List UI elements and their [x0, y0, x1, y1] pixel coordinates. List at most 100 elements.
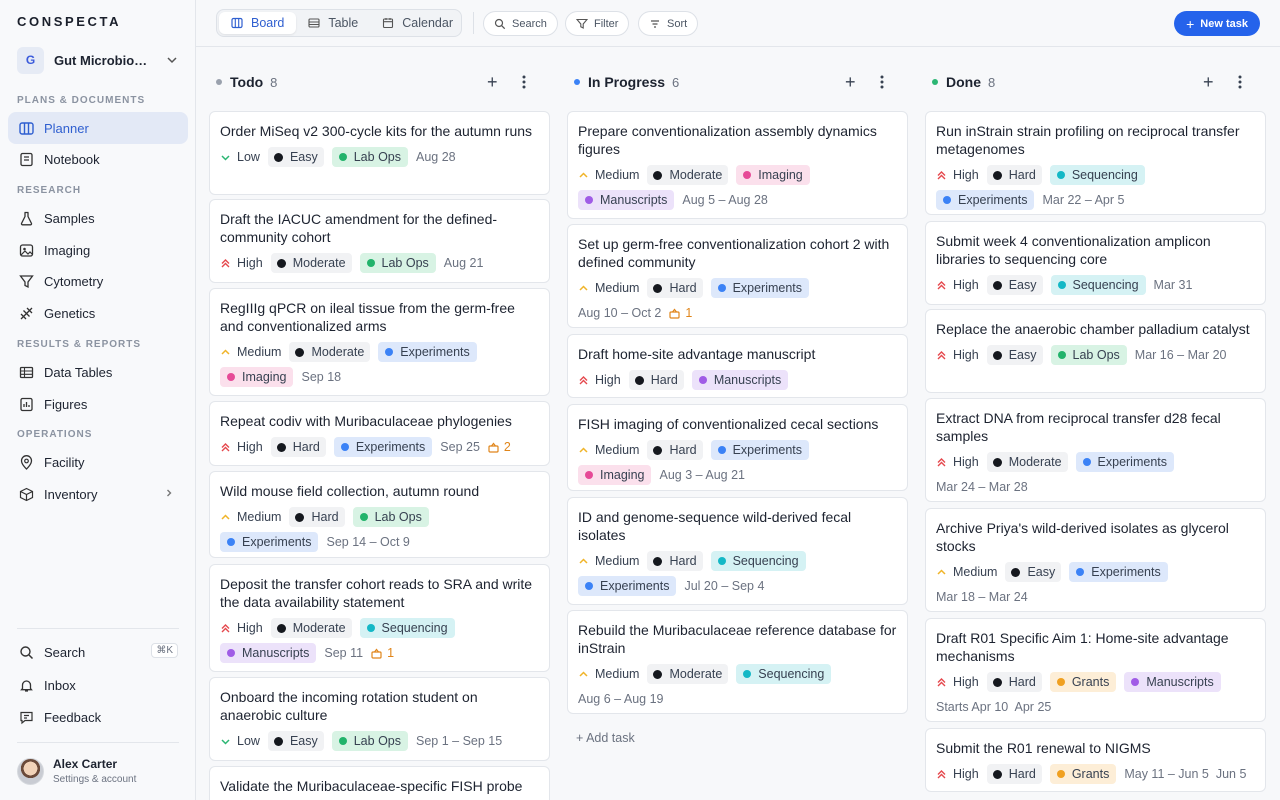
- tag-badge[interactable]: Experiments: [1075, 452, 1175, 472]
- user-account[interactable]: Alex Carter Settings & account: [17, 757, 136, 785]
- task-card[interactable]: ID and genome-sequence wild-derived feca…: [567, 497, 908, 605]
- sidebar-item-imaging[interactable]: Imaging: [8, 234, 188, 266]
- tab-table[interactable]: Table: [296, 12, 370, 34]
- tag-badge[interactable]: Experiments: [710, 440, 810, 460]
- tag-badge[interactable]: Lab Ops: [1050, 345, 1127, 365]
- table-icon: [18, 364, 34, 380]
- sidebar-search[interactable]: Search ⌘K: [8, 636, 188, 668]
- sidebar-item-label: Data Tables: [44, 364, 113, 380]
- new-task-button[interactable]: + New task: [1174, 11, 1260, 36]
- task-meta: Medium Hard Experiments Aug 10 – Oct 2 1: [578, 276, 897, 326]
- task-card[interactable]: Set up germ-free conventionalization coh…: [567, 224, 908, 328]
- task-dates: Sep 14 – Oct 9: [326, 535, 410, 549]
- sidebar-inbox[interactable]: Inbox: [8, 669, 188, 701]
- tag-badge[interactable]: Imaging: [220, 367, 294, 387]
- task-card[interactable]: Validate the Muribaculaceae-specific FIS…: [209, 766, 550, 800]
- add-task-button[interactable]: + Add task: [576, 731, 635, 745]
- sidebar-item-notebook[interactable]: Notebook: [8, 143, 188, 175]
- tag-badge[interactable]: Grants: [1049, 764, 1117, 784]
- tag-badge[interactable]: Imaging: [578, 465, 652, 485]
- task-card[interactable]: Prepare conventionalization assembly dyn…: [567, 111, 908, 219]
- tag-badge[interactable]: Imaging: [736, 165, 810, 185]
- tag-badge[interactable]: Sequencing: [359, 618, 455, 638]
- more-icon[interactable]: [1238, 75, 1242, 94]
- tag-badge[interactable]: Experiments: [220, 532, 319, 552]
- tag-badge[interactable]: Manuscripts: [1124, 672, 1221, 692]
- tag-badge[interactable]: Lab Ops: [331, 731, 408, 751]
- task-card[interactable]: Draft R01 Specific Aim 1: Home-site adva…: [925, 618, 1266, 722]
- tag-badge[interactable]: Lab Ops: [352, 507, 429, 527]
- tab-board[interactable]: Board: [219, 12, 297, 34]
- tag-badge[interactable]: Manuscripts: [691, 370, 789, 390]
- sidebar-feedback[interactable]: Feedback: [8, 701, 188, 733]
- tag-badge[interactable]: Manuscripts: [220, 643, 317, 663]
- difficulty-badge: Hard: [647, 440, 703, 460]
- task-title: ID and genome-sequence wild-derived feca…: [578, 509, 852, 543]
- difficulty-badge: Hard: [986, 165, 1042, 185]
- sidebar-item-label: Notebook: [44, 151, 100, 167]
- calendar-icon: [382, 17, 394, 29]
- task-card[interactable]: Submit week 4 conventionalization amplic…: [925, 221, 1266, 305]
- task-card[interactable]: Draft home-site advantage manuscript High…: [567, 334, 908, 398]
- tag-label: Lab Ops: [1072, 348, 1120, 362]
- tag-badge[interactable]: Grants: [1049, 672, 1117, 692]
- workspace-switcher[interactable]: G Gut Microbiome Lab: [17, 46, 180, 74]
- tag-badge[interactable]: Manuscripts: [578, 190, 675, 210]
- search-button[interactable]: Search: [483, 11, 558, 36]
- add-card-icon[interactable]: +: [1203, 73, 1214, 91]
- task-card[interactable]: Extract DNA from reciprocal transfer d28…: [925, 398, 1266, 502]
- tag-badge[interactable]: Sequencing: [736, 664, 832, 684]
- tag-badge[interactable]: Sequencing: [710, 551, 806, 571]
- task-card[interactable]: Rebuild the Muribaculaceae reference dat…: [567, 610, 908, 714]
- sort-button[interactable]: Sort: [638, 11, 699, 36]
- task-card[interactable]: Replace the anaerobic chamber palladium …: [925, 309, 1266, 393]
- task-card[interactable]: Run inStrain strain profiling on recipro…: [925, 111, 1266, 215]
- task-card[interactable]: Wild mouse field collection, autumn roun…: [209, 471, 550, 558]
- task-card[interactable]: Draft the IACUC amendment for the define…: [209, 199, 550, 283]
- tag-badge[interactable]: Sequencing: [1050, 275, 1146, 295]
- sidebar-item-genetics[interactable]: Genetics: [8, 297, 188, 329]
- difficulty-dot: [653, 445, 663, 455]
- tag-badge[interactable]: Experiments: [578, 576, 677, 596]
- chevron-down-icon: [167, 57, 177, 64]
- column-header: Todo 8: [216, 74, 277, 90]
- task-card[interactable]: RegIIIg qPCR on ileal tissue from the ge…: [209, 288, 550, 396]
- add-card-icon[interactable]: +: [845, 73, 856, 91]
- task-card[interactable]: Archive Priya's wild-derived isolates as…: [925, 508, 1266, 612]
- priority: High: [936, 165, 979, 185]
- sidebar-item-data-tables[interactable]: Data Tables: [8, 356, 188, 388]
- sidebar-item-inventory[interactable]: Inventory: [8, 478, 188, 510]
- task-card[interactable]: Onboard the incoming rotation student on…: [209, 677, 550, 761]
- tag-badge[interactable]: Experiments: [378, 342, 477, 362]
- more-icon[interactable]: [522, 75, 526, 94]
- tag-badge[interactable]: Lab Ops: [359, 253, 436, 273]
- difficulty-dot: [653, 283, 663, 293]
- tag-badge[interactable]: Sequencing: [1049, 165, 1145, 185]
- sidebar-item-cytometry[interactable]: Cytometry: [8, 265, 188, 297]
- difficulty-dot: [653, 669, 663, 679]
- task-card[interactable]: Order MiSeq v2 300-cycle kits for the au…: [209, 111, 550, 195]
- sidebar-item-facility[interactable]: Facility: [8, 446, 188, 478]
- tab-calendar[interactable]: Calendar: [370, 12, 465, 34]
- task-card[interactable]: FISH imaging of conventionalized cecal s…: [567, 404, 908, 491]
- tag-badge[interactable]: Experiments: [936, 190, 1035, 210]
- task-card[interactable]: Submit the R01 renewal to NIGMS High Hard G…: [925, 728, 1266, 792]
- filter-button[interactable]: Filter: [565, 11, 630, 36]
- sidebar-item-figures[interactable]: Figures: [8, 388, 188, 420]
- difficulty-dot: [653, 556, 663, 566]
- task-dates: Sep 1 – Sep 15: [416, 734, 503, 748]
- more-icon[interactable]: [880, 75, 884, 94]
- tag-dot: [340, 443, 349, 451]
- tag-badge[interactable]: Experiments: [710, 278, 810, 298]
- tag-badge[interactable]: Experiments: [333, 437, 433, 457]
- sidebar-item-planner[interactable]: Planner: [8, 112, 188, 144]
- tag-badge[interactable]: Lab Ops: [331, 147, 408, 167]
- difficulty-label: Moderate: [1008, 455, 1062, 469]
- sidebar-item-samples[interactable]: Samples: [8, 202, 188, 234]
- task-card[interactable]: Repeat codiv with Muribaculaceae phyloge…: [209, 401, 550, 466]
- priority: High: [936, 452, 979, 472]
- tag-dot: [227, 373, 235, 381]
- tag-badge[interactable]: Experiments: [1069, 562, 1168, 582]
- add-card-icon[interactable]: +: [487, 73, 498, 91]
- task-card[interactable]: Deposit the transfer cohort reads to SRA…: [209, 564, 550, 672]
